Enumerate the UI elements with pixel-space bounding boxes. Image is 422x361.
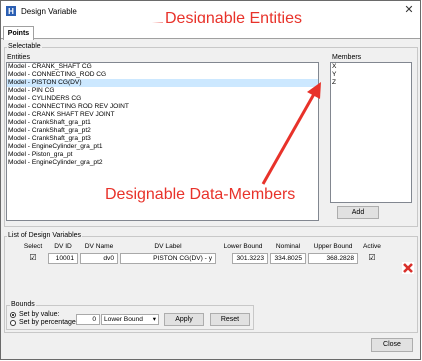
- bound-select[interactable]: Lower Bound ▾: [101, 314, 159, 325]
- app-icon: H: [6, 6, 16, 16]
- bounds-group-label: Bounds: [10, 301, 36, 308]
- column-header-dv-label: DV Label: [154, 243, 182, 250]
- list-item[interactable]: Y: [331, 71, 411, 79]
- column-header-lower-bound: Lower Bound: [223, 243, 263, 250]
- column-header-nominal: Nominal: [275, 243, 301, 250]
- apply-button[interactable]: Apply: [164, 313, 204, 326]
- lower-bound-cell[interactable]: 301.3223: [232, 253, 268, 264]
- close-button[interactable]: Close: [371, 338, 413, 352]
- set-by-percentage-radio[interactable]: [10, 320, 16, 326]
- close-icon[interactable]: ✕: [403, 4, 415, 16]
- annotation-members: Designable Data-Members: [105, 186, 296, 203]
- column-header-upper-bound: Upper Bound: [313, 243, 353, 250]
- column-header-dv-name: DV Name: [84, 243, 114, 250]
- chevron-down-icon: ▾: [152, 316, 156, 323]
- members-label: Members: [332, 54, 362, 61]
- set-by-value-radio[interactable]: [10, 312, 16, 318]
- percentage-input[interactable]: 0: [76, 314, 100, 325]
- add-button[interactable]: Add: [337, 206, 379, 219]
- upper-bound-cell[interactable]: 368.2828: [308, 253, 358, 264]
- column-header-active: Active: [363, 243, 381, 250]
- entities-label: Entities: [7, 54, 30, 61]
- reset-button[interactable]: Reset: [210, 313, 250, 326]
- dv-id-cell: 10001: [48, 253, 78, 264]
- set-by-value-label: Set by value:: [19, 311, 60, 318]
- list-item[interactable]: Z: [331, 79, 411, 87]
- list-item[interactable]: X: [331, 63, 411, 71]
- svg-text:H: H: [8, 7, 14, 16]
- members-list[interactable]: X Y Z: [330, 62, 412, 203]
- bound-select-value: Lower Bound: [104, 316, 143, 323]
- column-header-dv-id: DV ID: [54, 243, 72, 250]
- selectable-group-label: Selectable: [7, 43, 42, 50]
- list-item[interactable]: Model - CONNECTING_ROD CG: [7, 71, 318, 79]
- set-by-percentage-label: Set by percentage:: [19, 319, 78, 326]
- window-title: Design Variable: [21, 7, 77, 16]
- tab-points[interactable]: Points: [3, 26, 34, 40]
- dv-name-cell[interactable]: dv0: [80, 253, 118, 264]
- active-checkbox[interactable]: ☑: [360, 253, 384, 264]
- list-item[interactable]: Model - CRANK_SHAFT CG: [7, 63, 318, 71]
- delete-icon[interactable]: [402, 262, 414, 274]
- nominal-cell[interactable]: 334.8025: [270, 253, 306, 264]
- tab-strip: [1, 23, 420, 39]
- annotation-arrow-members: [261, 82, 321, 185]
- column-header-select: Select: [23, 243, 43, 250]
- dv-label-cell[interactable]: PISTON CG(DV) - y: [120, 253, 216, 264]
- select-checkbox[interactable]: ☑: [20, 253, 46, 264]
- design-variables-group-label: List of Design Variables: [7, 232, 83, 239]
